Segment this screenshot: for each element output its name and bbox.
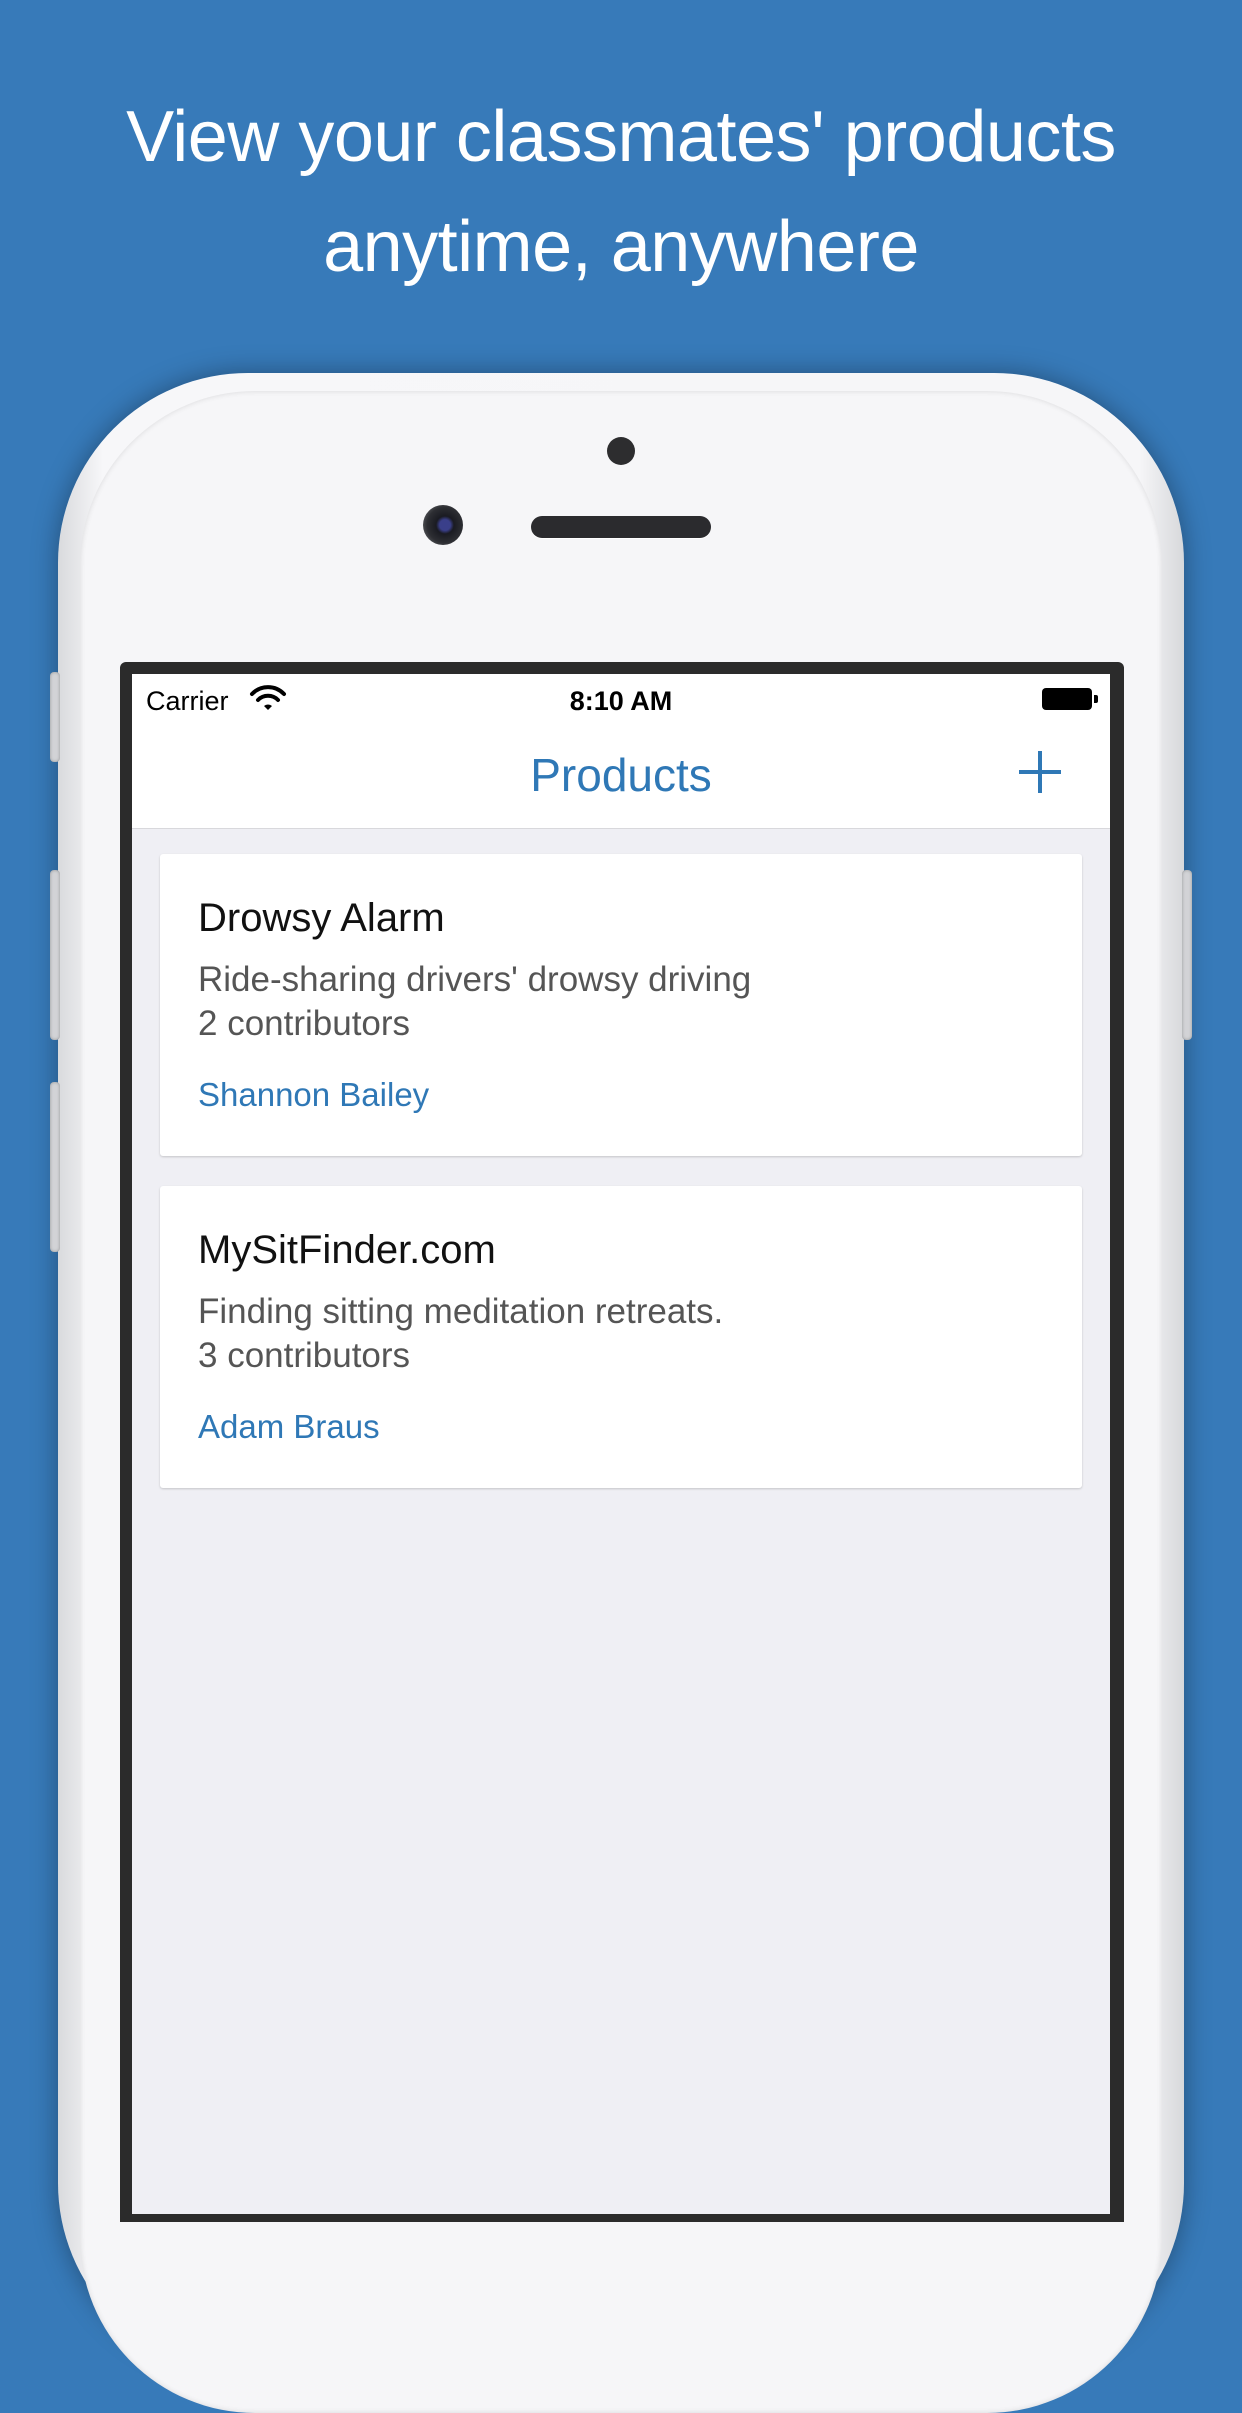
front-camera-icon	[423, 505, 463, 545]
volume-down-button	[50, 1082, 60, 1252]
add-product-button[interactable]	[1016, 748, 1064, 796]
product-title: Drowsy Alarm	[198, 896, 445, 940]
volume-up-button	[50, 870, 60, 1040]
product-description: Finding sitting meditation retreats.	[198, 1292, 724, 1331]
contributor-count: 3 contributors	[198, 1336, 411, 1375]
status-bar: Carrier 8:10 AM	[132, 674, 1110, 726]
product-title: MySitFinder.com	[198, 1228, 496, 1272]
author-link[interactable]: Shannon Bailey	[198, 1076, 429, 1114]
headline-line-2: anytime, anywhere	[323, 207, 919, 287]
promo-headline: View your classmates' products anytime, …	[0, 82, 1242, 302]
proximity-sensor	[607, 437, 635, 465]
product-description: Ride-sharing drivers' drowsy driving	[198, 960, 752, 999]
headline-line-1: View your classmates' products	[126, 97, 1116, 177]
page-title: Products	[530, 749, 712, 801]
product-list: Drowsy Alarm Ride-sharing drivers' drows…	[160, 854, 1082, 1518]
product-card[interactable]: Drowsy Alarm Ride-sharing drivers' drows…	[160, 854, 1082, 1156]
product-card[interactable]: MySitFinder.com Finding sitting meditati…	[160, 1186, 1082, 1488]
author-link[interactable]: Adam Braus	[198, 1408, 380, 1446]
power-button	[1182, 870, 1192, 1040]
mute-switch	[50, 672, 60, 762]
earpiece-speaker	[531, 516, 711, 538]
app-screen: Carrier 8:10 AM Products Drowsy Alarm Ri…	[132, 674, 1110, 2214]
contributor-count: 2 contributors	[198, 1004, 411, 1043]
plus-icon	[1019, 751, 1061, 793]
battery-icon	[1042, 688, 1098, 710]
navigation-bar: Products	[132, 726, 1110, 829]
status-time: 8:10 AM	[569, 686, 673, 716]
